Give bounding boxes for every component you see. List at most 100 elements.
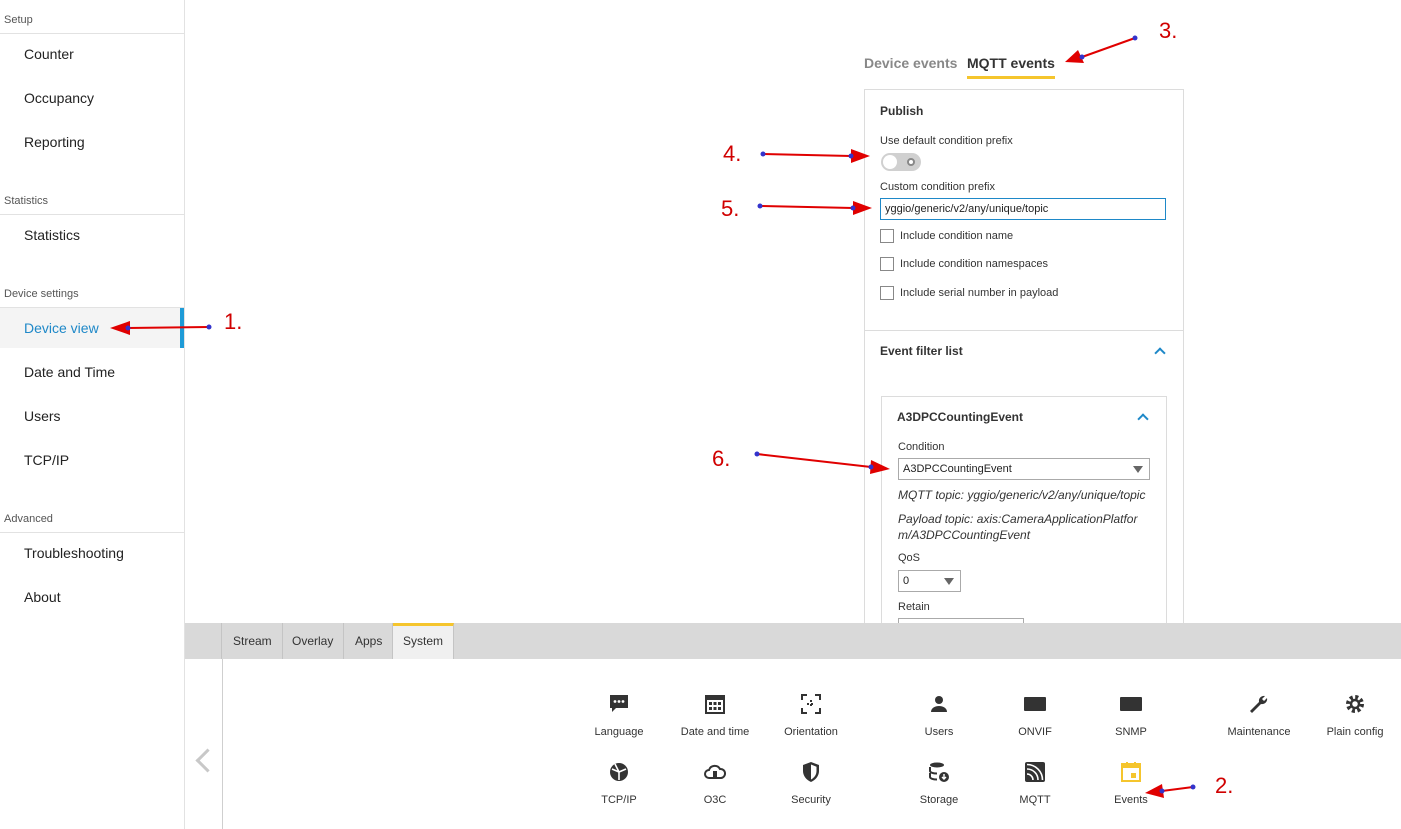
tile-label: Plain config <box>1326 726 1384 738</box>
condition-select-value: A3DPCCountingEvent <box>903 463 1012 475</box>
bottom-tab-bar: Stream Overlay Apps System <box>185 623 1401 659</box>
sidebar-section-statistics: Statistics <box>4 195 49 207</box>
qos-select[interactable]: 0 <box>898 570 961 592</box>
tile-security[interactable]: Security <box>763 760 859 806</box>
storage-icon <box>929 762 949 782</box>
sidebar-item-about[interactable]: About <box>0 577 184 617</box>
tile-onvif[interactable]: ONVIF <box>987 692 1083 738</box>
condition-label: Condition <box>898 441 945 453</box>
mqtt-topic-text: MQTT topic: yggio/generic/v2/any/unique/… <box>898 488 1146 502</box>
toggle-off-icon <box>907 158 915 166</box>
chevron-left-icon[interactable] <box>195 748 220 773</box>
publish-title: Publish <box>880 104 924 118</box>
divider <box>865 330 1183 331</box>
include-condition-namespaces-checkbox[interactable] <box>880 257 894 271</box>
tab-device-events[interactable]: Device events <box>864 55 957 71</box>
tile-events[interactable]: Events <box>1083 760 1179 806</box>
payload-topic-line2: m/A3DPCCountingEvent <box>898 528 1031 542</box>
tile-o3c[interactable]: O3C <box>667 760 763 806</box>
qos-label: QoS <box>898 552 921 564</box>
default-prefix-label: Use default condition prefix <box>880 135 1013 147</box>
tile-label: Users <box>924 726 954 738</box>
sidebar-section-setup: Setup <box>4 14 33 26</box>
sidebar: Setup Counter Occupancy Reporting Statis… <box>0 0 185 829</box>
annotation-5: 5. <box>721 196 740 221</box>
include-serial-number-label: Include serial number in payload <box>900 287 1059 299</box>
active-tab-indicator <box>967 76 1055 79</box>
payload-topic-line1: Payload topic: axis:CameraApplicationPla… <box>898 512 1138 526</box>
retain-label: Retain <box>898 601 930 613</box>
sidebar-item-reporting[interactable]: Reporting <box>0 122 184 162</box>
sidebar-item-date-and-time[interactable]: Date and Time <box>0 352 184 392</box>
custom-prefix-input[interactable]: yggio/generic/v2/any/unique/topic <box>880 198 1166 220</box>
tile-label: Security <box>791 794 831 806</box>
events-icon <box>1121 762 1141 782</box>
tile-snmp[interactable]: SNMP <box>1083 692 1179 738</box>
tile-maintenance[interactable]: Maintenance <box>1211 692 1307 738</box>
toggle-knob <box>883 155 897 169</box>
tab-bar-spacer <box>185 623 222 659</box>
annotation-1: 1. <box>224 309 243 334</box>
tile-tcpip[interactable]: TCP/IP <box>571 760 667 806</box>
onvif-icon <box>1024 697 1046 711</box>
tile-users[interactable]: Users <box>891 692 987 738</box>
annotation-6: 6. <box>712 446 731 471</box>
event-filter-item-title: A3DPCCountingEvent <box>897 410 1023 424</box>
annotation-2: 2. <box>1215 773 1234 798</box>
tile-label: Events <box>1114 794 1148 806</box>
sidebar-item-counter[interactable]: Counter <box>0 34 184 74</box>
gear-icon <box>1346 695 1364 713</box>
cloud-icon <box>704 764 727 779</box>
include-serial-number-checkbox[interactable] <box>880 286 894 300</box>
tile-date-and-time[interactable]: Date and time <box>667 692 763 738</box>
qos-select-value: 0 <box>903 575 910 587</box>
wrench-icon <box>1250 695 1268 713</box>
snmp-icon <box>1120 697 1142 711</box>
tab-overlay[interactable]: Overlay <box>282 623 345 659</box>
dropdown-caret-icon <box>944 578 954 585</box>
sidebar-item-tcpip[interactable]: TCP/IP <box>0 440 184 480</box>
mqtt-events-panel: Publish Use default condition prefix Cus… <box>864 89 1184 624</box>
sidebar-item-device-view[interactable]: Device view <box>0 308 184 348</box>
default-prefix-toggle[interactable] <box>881 153 921 171</box>
scroll-back-strip <box>185 659 223 829</box>
tile-label: TCP/IP <box>601 794 637 806</box>
sidebar-item-occupancy[interactable]: Occupancy <box>0 78 184 118</box>
annotation-3: 3. <box>1159 18 1178 43</box>
network-icon <box>610 763 628 781</box>
tab-stream[interactable]: Stream <box>223 623 283 659</box>
tile-label: Maintenance <box>1227 726 1291 738</box>
tab-apps[interactable]: Apps <box>345 623 394 659</box>
tile-plain-config[interactable]: Plain config <box>1307 692 1401 738</box>
include-condition-name-label: Include condition name <box>900 230 1014 242</box>
event-filter-title: Event filter list <box>880 344 963 358</box>
tile-label: Language <box>594 726 644 738</box>
tile-language[interactable]: Language <box>571 692 667 738</box>
sidebar-section-device-settings: Device settings <box>4 288 79 300</box>
tile-orientation[interactable]: Orientation <box>763 692 859 738</box>
tile-mqtt[interactable]: MQTT <box>987 760 1083 806</box>
system-settings-area: Language Date and time Orientation Users… <box>185 659 1401 829</box>
collapse-chevron-icon[interactable] <box>1137 413 1149 425</box>
shield-icon <box>803 762 819 782</box>
custom-prefix-label: Custom condition prefix <box>880 181 995 193</box>
sidebar-item-users[interactable]: Users <box>0 396 184 436</box>
user-icon <box>931 696 947 712</box>
tile-storage[interactable]: Storage <box>891 760 987 806</box>
dropdown-caret-icon <box>1133 466 1143 473</box>
sidebar-item-statistics[interactable]: Statistics <box>0 215 184 255</box>
tab-system[interactable]: System <box>393 623 455 659</box>
include-condition-name-checkbox[interactable] <box>880 229 894 243</box>
tile-label: Orientation <box>784 726 838 738</box>
sidebar-item-troubleshooting[interactable]: Troubleshooting <box>0 533 184 573</box>
main-content <box>185 0 1401 623</box>
condition-select[interactable]: A3DPCCountingEvent <box>898 458 1150 480</box>
annotation-4: 4. <box>723 141 742 166</box>
collapse-chevron-icon[interactable] <box>1154 347 1166 359</box>
event-filter-item: A3DPCCountingEvent Condition A3DPCCounti… <box>881 396 1167 624</box>
tab-mqtt-events[interactable]: MQTT events <box>967 55 1055 71</box>
tile-label: Storage <box>919 794 959 806</box>
include-condition-namespaces-label: Include condition namespaces <box>900 258 1048 270</box>
sidebar-section-advanced: Advanced <box>4 513 53 525</box>
tile-label: MQTT <box>1019 794 1051 806</box>
